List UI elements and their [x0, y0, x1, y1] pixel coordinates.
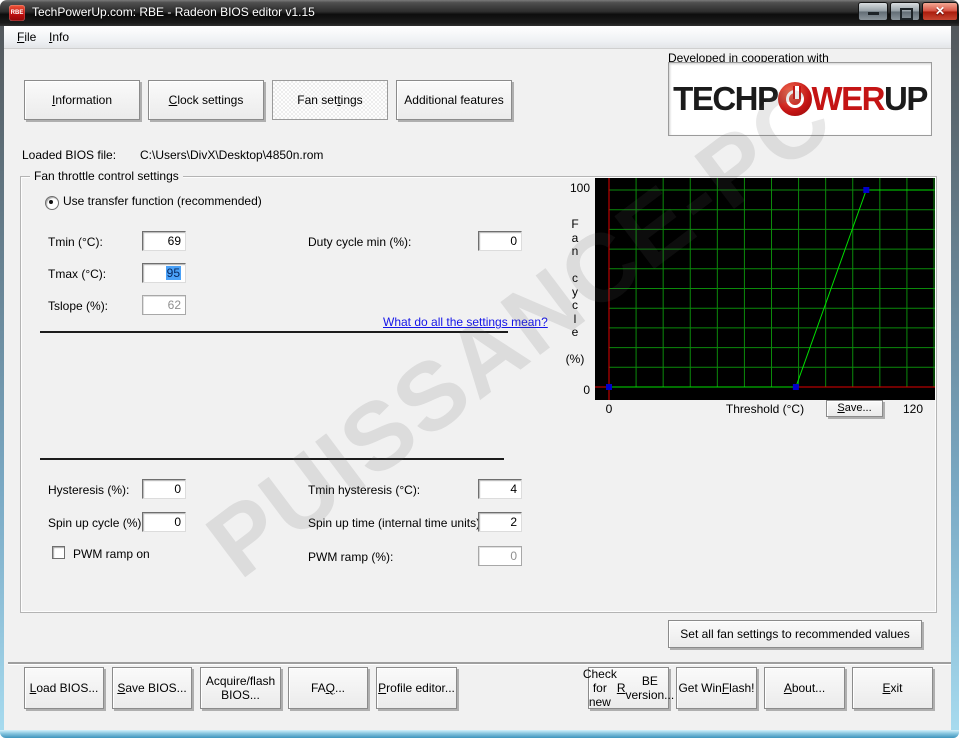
logo-up: UP: [884, 80, 927, 118]
spin-up-time-label: Spin up time (internal time units):: [308, 516, 483, 530]
tslope-field: 62: [142, 295, 186, 315]
techpowerup-logo-text: TECHP WERUP: [673, 80, 927, 118]
settings-help-link[interactable]: What do all the settings mean?: [383, 315, 548, 329]
menu-file[interactable]: File: [12, 29, 41, 45]
load-bios-button[interactable]: Load BIOS...: [24, 667, 104, 709]
fan-throttle-group-title: Fan throttle control settings: [30, 169, 183, 183]
tmax-label: Tmax (°C):: [48, 267, 106, 281]
tmin-field[interactable]: 69: [142, 231, 186, 251]
maximize-button[interactable]: [890, 2, 920, 21]
y-axis-tick-0: 0: [554, 383, 590, 397]
x-axis-tick-0: 0: [602, 402, 616, 416]
x-axis-label: Threshold (°C): [700, 402, 830, 416]
profile-editor-button[interactable]: Profile editor...: [376, 667, 457, 709]
tmin-label: Tmin (°C):: [48, 235, 103, 249]
about-button[interactable]: About...: [764, 667, 845, 709]
window-border-bottom: [0, 730, 959, 738]
close-button[interactable]: ✕: [922, 2, 958, 21]
hysteresis-field[interactable]: 0: [142, 479, 186, 499]
x-axis-tick-120: 120: [903, 402, 923, 416]
hysteresis-label: Hysteresis (%):: [48, 483, 129, 497]
title-bar[interactable]: RBE TechPowerUp.com: RBE - Radeon BIOS e…: [0, 0, 959, 27]
divider-bottom: [40, 458, 504, 460]
tslope-label: Tslope (%):: [48, 299, 108, 313]
y-axis-label: F a n c y c l e (%): [560, 218, 590, 367]
tab-additional-features[interactable]: Additional features: [396, 80, 512, 120]
tmin-hysteresis-label: Tmin hysteresis (°C):: [308, 483, 420, 497]
close-icon: ✕: [935, 4, 945, 18]
pwm-ramp-checkbox-label: PWM ramp on: [73, 547, 150, 561]
fan-curve-chart[interactable]: [595, 178, 935, 400]
logo-tech: TECHP: [673, 80, 777, 118]
transfer-function-radio-label: Use transfer function (recommended): [63, 194, 262, 208]
set-recommended-button[interactable]: Set all fan settings to recommended valu…: [668, 620, 922, 648]
logo-wer: WER: [812, 80, 885, 118]
menu-info[interactable]: Info: [44, 29, 74, 45]
exit-button[interactable]: Exit: [852, 667, 933, 709]
tmax-selected-text: 95: [166, 266, 181, 280]
acquire-flash-bios-button[interactable]: Acquire/flash BIOS...: [200, 667, 281, 709]
check-new-version-button[interactable]: Check for new RBE version...: [588, 667, 669, 709]
window-title: TechPowerUp.com: RBE - Radeon BIOS edito…: [32, 5, 315, 19]
app-window: RBE TechPowerUp.com: RBE - Radeon BIOS e…: [0, 0, 959, 738]
duty-cycle-min-field[interactable]: 0: [478, 231, 522, 251]
loaded-bios-path: C:\Users\DivX\Desktop\4850n.rom: [140, 148, 323, 162]
get-winflash-button[interactable]: Get WinFlash!: [676, 667, 757, 709]
divider-top: [40, 331, 508, 333]
bottom-separator: [8, 662, 951, 665]
app-icon: RBE: [9, 5, 25, 21]
minimize-button[interactable]: [858, 2, 888, 21]
radio-dot-icon: [49, 200, 53, 204]
pwm-ramp-label: PWM ramp (%):: [308, 550, 393, 564]
tmin-hysteresis-field[interactable]: 4: [478, 479, 522, 499]
spin-up-cycle-field[interactable]: 0: [142, 512, 186, 532]
transfer-function-radio[interactable]: [45, 196, 59, 210]
minimize-icon: [868, 12, 879, 15]
power-button-icon: [778, 82, 812, 116]
save-bios-button[interactable]: Save BIOS...: [112, 667, 192, 709]
menu-bar: File Info: [4, 26, 951, 49]
chart-save-button[interactable]: Save...: [826, 400, 883, 417]
y-axis-tick-100: 100: [554, 181, 590, 195]
maximize-icon: [900, 8, 913, 20]
pwm-ramp-field: 0: [478, 546, 522, 566]
pwm-ramp-checkbox[interactable]: [52, 546, 65, 559]
window-border-right: [951, 26, 959, 738]
duty-cycle-min-label: Duty cycle min (%):: [308, 235, 411, 249]
spin-up-time-field[interactable]: 2: [478, 512, 522, 532]
tab-information[interactable]: Information: [24, 80, 140, 120]
techpowerup-logo: TECHP WERUP: [668, 62, 932, 136]
spin-up-cycle-label: Spin up cycle (%):: [48, 516, 145, 530]
tmax-field[interactable]: 95: [142, 263, 186, 283]
tab-fan-settings[interactable]: Fan settings: [272, 80, 388, 120]
faq-button[interactable]: FAQ...: [288, 667, 368, 709]
loaded-bios-label: Loaded BIOS file:: [22, 148, 116, 162]
tab-clock-settings[interactable]: Clock settings: [148, 80, 264, 120]
